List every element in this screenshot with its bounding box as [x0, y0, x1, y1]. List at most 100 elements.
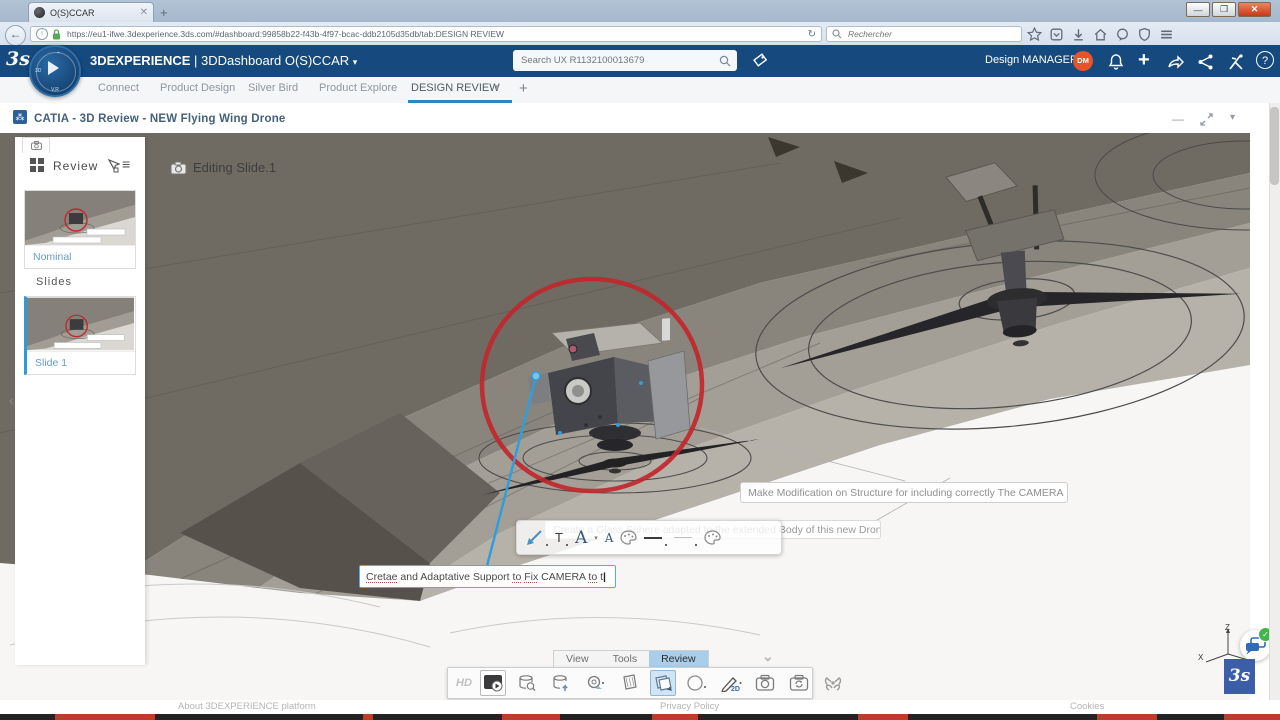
panel-title: Review: [53, 159, 98, 173]
tab-close-icon[interactable]: ✕: [140, 7, 148, 18]
review-panel-header: Review: [30, 158, 120, 173]
window-restore-button[interactable]: ❐: [1212, 2, 1236, 17]
line-style-icon[interactable]: [644, 537, 662, 539]
annotation-structure[interactable]: Make Modification on Structure for inclu…: [740, 482, 1068, 503]
page-scrollbar[interactable]: [1269, 103, 1280, 714]
footer-cookies-link[interactable]: Cookies: [1070, 701, 1104, 712]
help-icon[interactable]: ?: [1256, 51, 1274, 69]
new-tab-button[interactable]: +: [160, 5, 168, 20]
edit-text-segment: to: [588, 571, 597, 583]
dashboard-name[interactable]: | 3DDashboard O(S)CCAR: [194, 53, 349, 68]
dataset-search-icon[interactable]: [514, 670, 540, 696]
chevron-down-icon[interactable]: ▾: [495, 82, 500, 93]
browser-search-input[interactable]: [846, 28, 1016, 40]
tab-silver-bird[interactable]: Silver Bird: [248, 82, 298, 94]
url-input[interactable]: [65, 28, 808, 40]
platform-search-input[interactable]: [519, 54, 719, 67]
window-minimize-button[interactable]: —: [1186, 2, 1210, 17]
app-minimize-icon[interactable]: —: [1172, 112, 1184, 126]
tab-connect[interactable]: Connect: [98, 82, 139, 94]
info-icon[interactable]: i: [36, 28, 48, 40]
circle-annotation-icon[interactable]: [684, 670, 710, 696]
share-arrow-icon[interactable]: [1166, 52, 1186, 72]
play-screen-icon[interactable]: [480, 670, 506, 696]
window-close-button[interactable]: ✕: [1238, 2, 1271, 17]
star-icon[interactable]: [1026, 26, 1043, 43]
browser-search[interactable]: [826, 26, 1022, 42]
font-size-icon[interactable]: A: [605, 531, 614, 545]
footer-about-link[interactable]: About 3DEXPERIENCE platform: [178, 701, 316, 712]
chevron-down-icon[interactable]: ▾: [353, 57, 358, 67]
pocket-icon[interactable]: [1048, 26, 1065, 43]
platform-search[interactable]: [513, 50, 737, 71]
tab-product-explore[interactable]: Product Explore: [319, 82, 397, 94]
dataset-export-icon[interactable]: [548, 670, 574, 696]
search-icon[interactable]: [719, 55, 731, 67]
panel-collapse-icon[interactable]: ‹: [9, 392, 14, 408]
nominal-thumbnail[interactable]: Nominal: [24, 190, 136, 269]
annotation-text-editor[interactable]: Cretae and Adaptative Support to Fix CAM…: [359, 565, 616, 588]
footer-privacy-link[interactable]: Privacy Policy: [660, 701, 719, 712]
compass-top-label: ⌁: [57, 50, 60, 56]
font-family-icon[interactable]: A: [575, 528, 587, 548]
reload-icon[interactable]: ↻: [808, 29, 816, 40]
app-collapse-icon[interactable]: ▾: [1230, 112, 1235, 123]
slide-1-thumbnail[interactable]: Slide 1: [24, 296, 136, 375]
annotation-format-toolbar: T A ▾ A: [516, 520, 782, 555]
app-expand-icon[interactable]: [1200, 113, 1213, 126]
line-color-icon[interactable]: [704, 530, 721, 545]
dropdown-dot-icon[interactable]: [566, 544, 568, 546]
panel-menu-icon[interactable]: ≡: [122, 156, 130, 172]
dropdown-dot-icon[interactable]: [665, 544, 667, 546]
avatar[interactable]: DM: [1073, 51, 1093, 71]
snapshot-icon[interactable]: [752, 670, 778, 696]
video-timeline[interactable]: [0, 714, 1280, 720]
tag-icon[interactable]: [751, 52, 769, 70]
draw-2d-icon[interactable]: 2D: [718, 670, 744, 696]
3ds-logo-tile[interactable]: 3s: [1224, 659, 1255, 694]
add-tab-icon[interactable]: +: [519, 80, 528, 97]
measure-icon[interactable]: [582, 670, 608, 696]
nominal-label[interactable]: Nominal: [25, 245, 135, 268]
dropdown-dot-icon[interactable]: [546, 544, 548, 546]
hd-label: HD: [456, 677, 472, 689]
edit-text-segment: CAMERA: [538, 571, 588, 583]
text-color-icon[interactable]: [620, 530, 637, 545]
grid-icon[interactable]: [30, 158, 45, 173]
section-plane-icon[interactable]: [616, 670, 642, 696]
share-network-icon[interactable]: [1196, 52, 1216, 72]
compass-run-icon[interactable]: [1226, 52, 1246, 72]
catia-app-icon: ⁂: [13, 110, 27, 124]
menu-icon[interactable]: [1158, 26, 1175, 43]
pointer-icon[interactable]: [106, 159, 120, 173]
slide-1-label[interactable]: Slide 1: [27, 351, 135, 374]
shield-icon[interactable]: [1136, 26, 1153, 43]
compass-icon[interactable]: 3D V.R ⌁: [29, 45, 81, 97]
action-bar-collapse-icon[interactable]: ⌄: [762, 648, 774, 665]
slides-heading: Slides: [36, 276, 72, 288]
text-tool-icon[interactable]: T: [555, 530, 563, 545]
browser-tab[interactable]: O(S)CCAR ✕: [28, 2, 154, 22]
update-snapshot-icon[interactable]: [786, 670, 812, 696]
user-role[interactable]: Design MANAGER: [985, 54, 1078, 66]
home-icon[interactable]: [1092, 26, 1109, 43]
browser-tab-bar: [0, 0, 1280, 22]
tab-design-review[interactable]: DESIGN REVIEW: [411, 82, 500, 94]
line-weight-icon[interactable]: [674, 537, 692, 538]
url-bar[interactable]: i ↻: [30, 26, 822, 42]
slide-capture-icon[interactable]: [650, 670, 676, 696]
3d-viewport[interactable]: [0, 133, 1250, 700]
dropdown-dot-icon[interactable]: [695, 544, 697, 546]
chat-icon[interactable]: [1114, 26, 1131, 43]
add-icon[interactable]: +: [1138, 49, 1150, 72]
leader-arrow-icon[interactable]: [525, 529, 543, 547]
scrollbar-thumb[interactable]: [1270, 107, 1279, 185]
back-icon[interactable]: ←: [5, 25, 26, 46]
bell-icon[interactable]: [1106, 52, 1126, 72]
chevron-down-icon[interactable]: ▾: [594, 534, 598, 542]
timeline-segment: [858, 714, 908, 720]
download-icon[interactable]: [1070, 26, 1087, 43]
collaboration-icon[interactable]: [820, 670, 846, 696]
tab-product-design[interactable]: Product Design: [160, 82, 235, 94]
review-panel-tab[interactable]: [22, 137, 50, 153]
